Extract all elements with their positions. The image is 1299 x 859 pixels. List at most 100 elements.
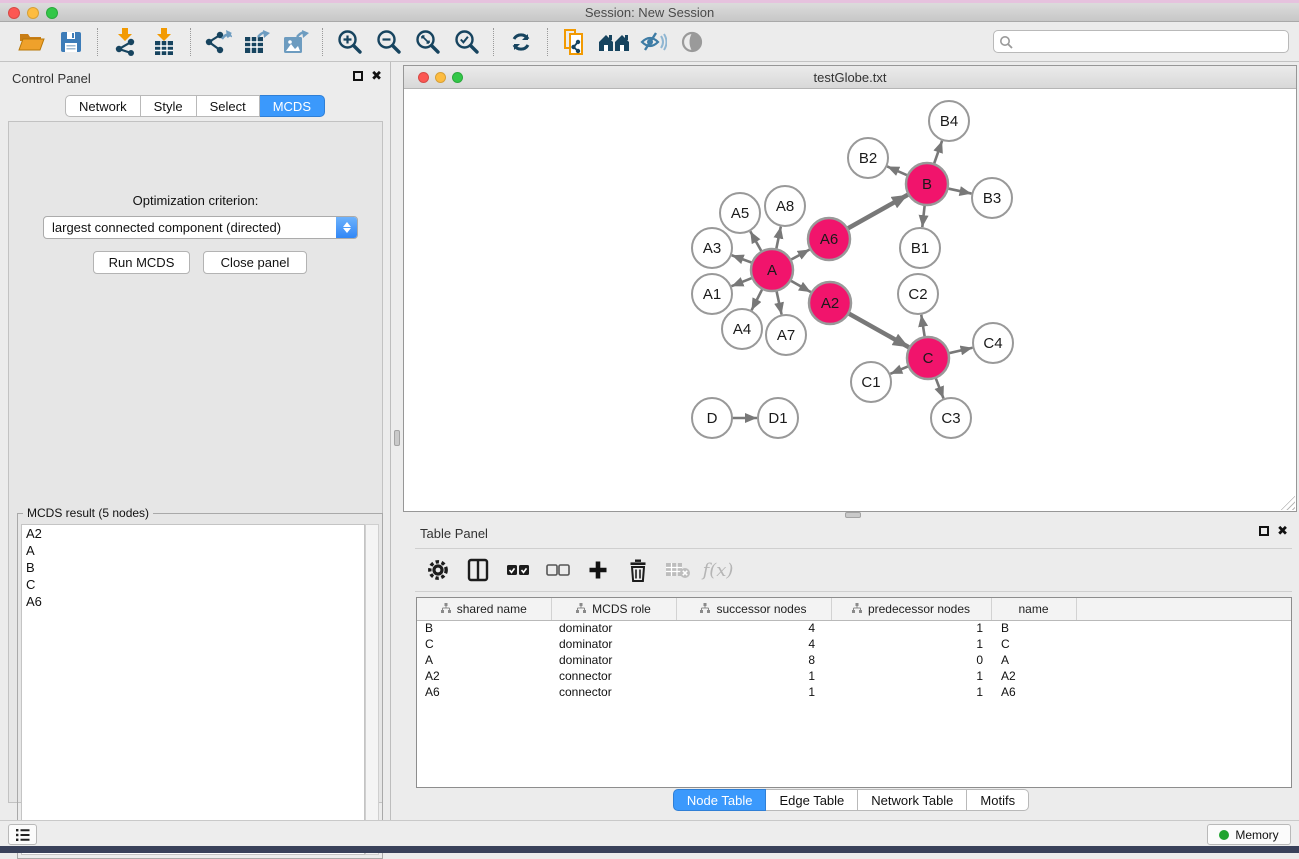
- zoom-selected-button[interactable]: [447, 26, 486, 58]
- tab-network[interactable]: Network: [65, 95, 141, 117]
- deselect-all-rows-button[interactable]: [545, 556, 571, 584]
- save-session-button[interactable]: [51, 26, 90, 58]
- run-mcds-button[interactable]: Run MCDS: [93, 251, 190, 274]
- column-header-successor-nodes[interactable]: successor nodes: [676, 598, 831, 620]
- criterion-select[interactable]: largest connected component (directed): [43, 216, 358, 239]
- show-columns-button[interactable]: [465, 556, 491, 584]
- node-C3[interactable]: C3: [931, 398, 971, 438]
- node-D[interactable]: D: [692, 398, 732, 438]
- table-panel: Table Panel ✖: [403, 518, 1299, 820]
- network-window-title: testGlobe.txt: [404, 70, 1296, 85]
- column-header-shared-name[interactable]: shared name: [417, 598, 551, 620]
- cell-mcds-role: dominator: [551, 620, 676, 636]
- mcds-result-item[interactable]: A6: [22, 593, 364, 610]
- table-row[interactable]: Bdominator41B: [417, 620, 1291, 636]
- svg-text:A6: A6: [820, 231, 838, 248]
- task-history-button[interactable]: [8, 824, 37, 845]
- table-row[interactable]: A6connector11A6: [417, 684, 1291, 700]
- cell-mcds-role: dominator: [551, 652, 676, 668]
- cell-predecessor-nodes: 1: [831, 636, 991, 652]
- zoom-out-button[interactable]: [369, 26, 408, 58]
- function-builder-button[interactable]: f(x): [705, 556, 731, 584]
- node-B3[interactable]: B3: [972, 178, 1012, 218]
- node-A1[interactable]: A1: [692, 274, 732, 314]
- trash-icon: [628, 559, 648, 582]
- svg-text:A8: A8: [776, 198, 794, 215]
- delete-table-button[interactable]: [665, 556, 691, 584]
- export-image-button[interactable]: [276, 26, 315, 58]
- close-panel-button[interactable]: Close panel: [203, 251, 307, 274]
- node-C1[interactable]: C1: [851, 362, 891, 402]
- column-header-MCDS-role[interactable]: MCDS role: [551, 598, 676, 620]
- svg-text:D: D: [707, 410, 718, 427]
- zoom-fit-button[interactable]: [408, 26, 447, 58]
- tab-motifs[interactable]: Motifs: [967, 789, 1029, 811]
- node-A4[interactable]: A4: [722, 309, 762, 349]
- import-table-button[interactable]: [144, 26, 183, 58]
- cell-predecessor-nodes: 1: [831, 620, 991, 636]
- export-table-button[interactable]: [237, 26, 276, 58]
- vertical-splitter-handle[interactable]: [394, 430, 400, 446]
- select-all-rows-button[interactable]: [505, 556, 531, 584]
- cell-successor-nodes: 4: [676, 636, 831, 652]
- create-column-button[interactable]: [585, 556, 611, 584]
- mcds-result-item[interactable]: A: [22, 542, 364, 559]
- delete-column-button[interactable]: [625, 556, 651, 584]
- node-B1[interactable]: B1: [900, 228, 940, 268]
- tab-network-table[interactable]: Network Table: [858, 789, 967, 811]
- tab-node-table[interactable]: Node Table: [673, 789, 767, 811]
- node-A[interactable]: A: [751, 249, 793, 291]
- float-panel-icon[interactable]: [353, 71, 363, 81]
- node-A8[interactable]: A8: [765, 186, 805, 226]
- column-header-name[interactable]: name: [991, 598, 1076, 620]
- node-B[interactable]: B: [906, 163, 948, 205]
- show-all-button[interactable]: [672, 26, 711, 58]
- mcds-result-item[interactable]: C: [22, 576, 364, 593]
- node-C2[interactable]: C2: [898, 274, 938, 314]
- node-A2[interactable]: A2: [809, 282, 851, 324]
- list-icon: [15, 828, 31, 842]
- svg-text:C: C: [923, 350, 934, 367]
- node-A7[interactable]: A7: [766, 315, 806, 355]
- tab-style[interactable]: Style: [141, 95, 197, 117]
- table-row[interactable]: A2connector11A2: [417, 668, 1291, 684]
- mcds-result-item[interactable]: B: [22, 559, 364, 576]
- mcds-result-scrollbar[interactable]: [365, 524, 379, 855]
- first-neighbors-button[interactable]: [594, 26, 633, 58]
- table-row[interactable]: Cdominator41C: [417, 636, 1291, 652]
- import-network-button[interactable]: [105, 26, 144, 58]
- node-A6[interactable]: A6: [808, 218, 850, 260]
- export-table-icon: [243, 29, 271, 55]
- memory-label: Memory: [1235, 828, 1278, 842]
- node-A5[interactable]: A5: [720, 193, 760, 233]
- tab-edge-table[interactable]: Edge Table: [766, 789, 858, 811]
- cell-predecessor-nodes: 1: [831, 668, 991, 684]
- close-panel-icon[interactable]: ✖: [371, 71, 382, 81]
- node-C[interactable]: C: [907, 337, 949, 379]
- open-file-button[interactable]: [12, 26, 51, 58]
- search-input[interactable]: [993, 30, 1289, 53]
- mcds-result-item[interactable]: A2: [22, 525, 364, 542]
- memory-button[interactable]: Memory: [1207, 824, 1291, 845]
- tab-mcds[interactable]: MCDS: [260, 95, 325, 117]
- table-row[interactable]: Adominator80A: [417, 652, 1291, 668]
- node-D1[interactable]: D1: [758, 398, 798, 438]
- tab-select[interactable]: Select: [197, 95, 260, 117]
- first-neighbors-icon: [598, 31, 630, 53]
- node-C4[interactable]: C4: [973, 323, 1013, 363]
- close-table-panel-icon[interactable]: ✖: [1277, 526, 1288, 536]
- table-settings-button[interactable]: [425, 556, 451, 584]
- node-B4[interactable]: B4: [929, 101, 969, 141]
- clone-network-button[interactable]: [555, 26, 594, 58]
- attribute-tree-icon: [700, 603, 710, 614]
- node-B2[interactable]: B2: [848, 138, 888, 178]
- hide-selected-button[interactable]: [633, 26, 672, 58]
- network-canvas[interactable]: A A1 A2 A3 A4 A5 A6 A7 A8 B B1 B2 B3B4 C C1 C2 C3C4 D D1: [404, 89, 1296, 511]
- float-table-panel-icon[interactable]: [1259, 526, 1269, 536]
- export-network-button[interactable]: [198, 26, 237, 58]
- refresh-button[interactable]: [501, 26, 540, 58]
- column-header-filler: [1076, 598, 1291, 620]
- column-header-predecessor-nodes[interactable]: predecessor nodes: [831, 598, 991, 620]
- node-A3[interactable]: A3: [692, 228, 732, 268]
- zoom-in-button[interactable]: [330, 26, 369, 58]
